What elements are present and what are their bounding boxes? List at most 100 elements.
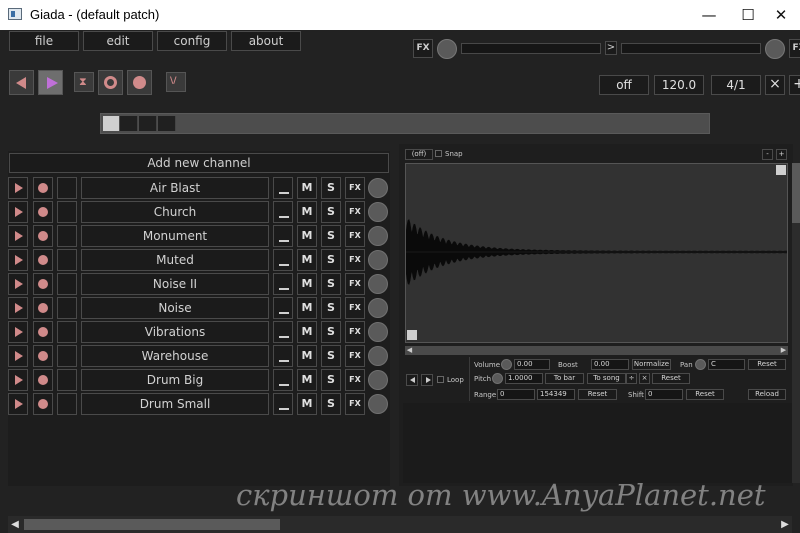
channel-arm-button[interactable] bbox=[33, 177, 53, 199]
channel-arm-button[interactable] bbox=[33, 393, 53, 415]
channel-mode-button[interactable] bbox=[273, 225, 293, 247]
channel-volume-knob[interactable] bbox=[368, 250, 388, 270]
channel-name-button[interactable]: Noise bbox=[81, 297, 269, 319]
normalize-button[interactable]: Normalize bbox=[632, 359, 671, 370]
master-in-fx-button[interactable]: FX bbox=[413, 39, 433, 58]
channel-mode-button[interactable] bbox=[273, 393, 293, 415]
range-end-input[interactable]: 154349 bbox=[537, 389, 575, 400]
channel-play-button[interactable] bbox=[8, 321, 28, 343]
channel-name-button[interactable]: Muted bbox=[81, 249, 269, 271]
channel-solo-button[interactable]: S bbox=[321, 393, 341, 415]
pitch-input[interactable]: 1.0000 bbox=[505, 373, 543, 384]
scroll-left-icon[interactable]: ◀ bbox=[8, 516, 22, 533]
waveform-scrollbar[interactable]: ◀ ▶ bbox=[405, 346, 788, 355]
channel-mode-button[interactable] bbox=[273, 273, 293, 295]
pitch-reset-button[interactable]: Reset bbox=[652, 373, 690, 384]
channel-name-button[interactable]: Warehouse bbox=[81, 345, 269, 367]
waveform-display[interactable] bbox=[405, 163, 788, 343]
channel-volume-knob[interactable] bbox=[368, 274, 388, 294]
channel-name-button[interactable]: Drum Small bbox=[81, 393, 269, 415]
channel-fx-button[interactable]: FX bbox=[345, 369, 365, 391]
pitch-to-song-button[interactable]: To song bbox=[587, 373, 626, 384]
channel-mute-button[interactable]: M bbox=[297, 273, 317, 295]
channel-fx-button[interactable]: FX bbox=[345, 321, 365, 343]
channel-fx-button[interactable]: FX bbox=[345, 177, 365, 199]
volume-knob[interactable] bbox=[501, 359, 512, 370]
channel-volume-knob[interactable] bbox=[368, 322, 388, 342]
horizontal-scrollbar[interactable]: ◀ ▶ bbox=[8, 516, 792, 533]
pan-input[interactable]: C bbox=[708, 359, 745, 370]
next-channel-button[interactable] bbox=[421, 374, 433, 386]
channel-name-button[interactable]: Church bbox=[81, 201, 269, 223]
channel-fx-button[interactable]: FX bbox=[345, 345, 365, 367]
channel-name-button[interactable]: Air Blast bbox=[81, 177, 269, 199]
channel-name-button[interactable]: Noise II bbox=[81, 273, 269, 295]
channel-solo-button[interactable]: S bbox=[321, 225, 341, 247]
channel-arm-button[interactable] bbox=[33, 297, 53, 319]
pan-knob[interactable] bbox=[695, 359, 706, 370]
beats-button[interactable]: 4/1 bbox=[711, 75, 761, 95]
pitch-double-button[interactable]: × bbox=[639, 373, 650, 384]
master-in-volume-knob[interactable] bbox=[437, 39, 457, 59]
channel-arm-button[interactable] bbox=[33, 369, 53, 391]
channel-fx-button[interactable]: FX bbox=[345, 393, 365, 415]
channel-name-button[interactable]: Vibrations bbox=[81, 321, 269, 343]
channel-volume-knob[interactable] bbox=[368, 226, 388, 246]
channel-volume-knob[interactable] bbox=[368, 178, 388, 198]
menu-edit[interactable]: edit bbox=[83, 31, 153, 51]
channel-mute-button[interactable]: M bbox=[297, 249, 317, 271]
volume-input[interactable]: 0.00 bbox=[514, 359, 550, 370]
channel-solo-button[interactable]: S bbox=[321, 369, 341, 391]
vertical-scroll-thumb[interactable] bbox=[792, 163, 800, 223]
channel-mode-button[interactable] bbox=[273, 321, 293, 343]
input-monitor-button[interactable]: ⧗ bbox=[74, 72, 94, 92]
channel-play-button[interactable] bbox=[8, 225, 28, 247]
channel-mute-button[interactable]: M bbox=[297, 177, 317, 199]
pan-reset-button[interactable]: Reset bbox=[748, 359, 786, 370]
channel-play-button[interactable] bbox=[8, 273, 28, 295]
channel-mode-button[interactable] bbox=[273, 201, 293, 223]
channel-play-button[interactable] bbox=[8, 345, 28, 367]
channel-mute-button[interactable]: M bbox=[297, 369, 317, 391]
close-button[interactable]: ✕ bbox=[758, 0, 800, 30]
range-start-input[interactable]: 0 bbox=[497, 389, 535, 400]
zoom-in-button[interactable]: + bbox=[776, 149, 787, 160]
scroll-right-icon[interactable]: ▶ bbox=[778, 516, 792, 533]
menu-about[interactable]: about bbox=[231, 31, 301, 51]
channel-mute-button[interactable]: M bbox=[297, 345, 317, 367]
pitch-to-bar-button[interactable]: To bar bbox=[545, 373, 584, 384]
channel-solo-button[interactable]: S bbox=[321, 297, 341, 319]
shift-reset-button[interactable]: Reset bbox=[686, 389, 724, 400]
channel-volume-knob[interactable] bbox=[368, 370, 388, 390]
channel-name-button[interactable]: Drum Big bbox=[81, 369, 269, 391]
channel-volume-knob[interactable] bbox=[368, 394, 388, 414]
channel-solo-button[interactable]: S bbox=[321, 321, 341, 343]
zoom-out-button[interactable]: - bbox=[762, 149, 773, 160]
channel-arm-button[interactable] bbox=[33, 249, 53, 271]
scroll-right-icon[interactable]: ▶ bbox=[779, 346, 788, 355]
shift-input[interactable]: 0 bbox=[645, 389, 683, 400]
channel-volume-knob[interactable] bbox=[368, 346, 388, 366]
channel-solo-button[interactable]: S bbox=[321, 249, 341, 271]
channel-arm-button[interactable] bbox=[33, 225, 53, 247]
metronome-button[interactable]: \/ bbox=[166, 72, 186, 92]
channel-play-button[interactable] bbox=[8, 297, 28, 319]
play-button[interactable] bbox=[38, 70, 63, 95]
clear-actions-button[interactable]: × bbox=[765, 75, 785, 95]
channel-fx-button[interactable]: FX bbox=[345, 249, 365, 271]
expand-button[interactable]: + bbox=[789, 75, 800, 95]
boost-input[interactable]: 0.00 bbox=[591, 359, 629, 370]
loop-checkbox[interactable] bbox=[437, 376, 444, 383]
add-channel-button[interactable]: Add new channel bbox=[9, 153, 389, 173]
range-start-handle[interactable] bbox=[407, 330, 417, 340]
channel-mute-button[interactable]: M bbox=[297, 393, 317, 415]
channel-fx-button[interactable]: FX bbox=[345, 225, 365, 247]
channel-play-button[interactable] bbox=[8, 201, 28, 223]
menu-config[interactable]: config bbox=[157, 31, 227, 51]
channel-fx-button[interactable]: FX bbox=[345, 297, 365, 319]
channel-mode-button[interactable] bbox=[273, 297, 293, 319]
grid-selector[interactable]: (off) bbox=[405, 149, 433, 160]
record-actions-button[interactable] bbox=[98, 70, 123, 95]
channel-arm-button[interactable] bbox=[33, 273, 53, 295]
channel-mode-button[interactable] bbox=[273, 249, 293, 271]
